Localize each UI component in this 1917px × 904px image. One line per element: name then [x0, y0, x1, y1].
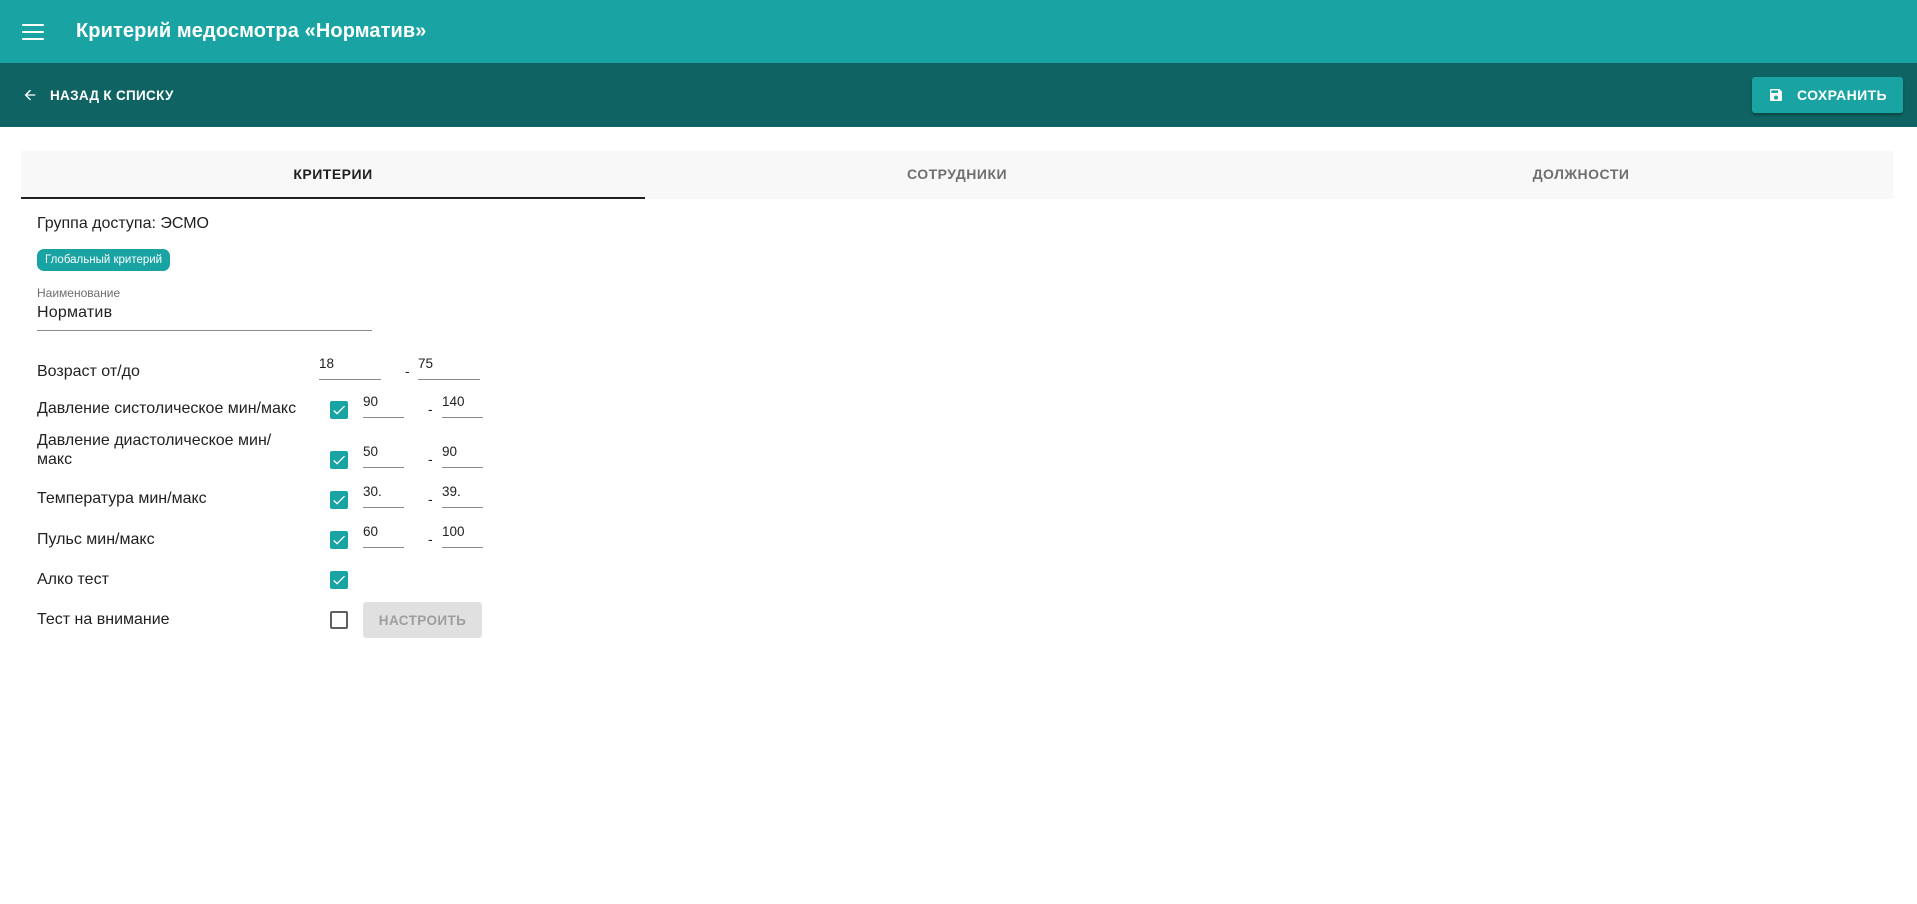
arrow-left-icon: [24, 89, 36, 101]
systolic-checkbox[interactable]: [330, 401, 348, 419]
temperature-checkbox[interactable]: [330, 491, 348, 509]
diastolic-dash: -: [428, 451, 433, 467]
attention-label: Тест на внимание: [37, 611, 170, 628]
checkmark-icon: [333, 455, 345, 465]
app-bar: Критерий медосмотра «Норматив»: [0, 0, 1917, 63]
tab-bar: КРИТЕРИИ СОТРУДНИКИ ДОЛЖНОСТИ: [21, 151, 1893, 199]
alco-label: Алко тест: [37, 571, 109, 588]
age-label: Возраст от/до: [37, 363, 140, 380]
name-field-value[interactable]: Норматив: [37, 300, 372, 331]
save-button[interactable]: СОХРАНИТЬ: [1751, 77, 1903, 113]
temperature-label: Температура мин/макс: [37, 490, 207, 507]
systolic-min-input[interactable]: 90: [363, 394, 404, 418]
menu-icon[interactable]: [22, 23, 44, 40]
name-field-label: Наименование: [37, 286, 121, 300]
systolic-dash: -: [428, 401, 433, 417]
back-to-list-label: НАЗАД К СПИСКУ: [50, 87, 174, 103]
pulse-checkbox[interactable]: [330, 531, 348, 549]
pulse-max-input[interactable]: 100: [442, 524, 483, 548]
attention-checkbox[interactable]: [330, 611, 348, 629]
diastolic-max-input[interactable]: 90: [442, 444, 483, 468]
checkmark-icon: [333, 495, 345, 505]
configure-button[interactable]: НАСТРОИТЬ: [363, 602, 482, 638]
diastolic-label: Давление диастолическое мин/макс: [37, 432, 272, 468]
pulse-label: Пульс мин/макс: [37, 531, 155, 548]
diastolic-min-input[interactable]: 50: [363, 444, 404, 468]
global-criterion-chip: Глобальный критерий: [37, 249, 171, 271]
page-title: Критерий медосмотра «Норматив»: [76, 20, 427, 42]
back-to-list-button[interactable]: НАЗАД К СПИСКУ: [22, 87, 174, 103]
alco-checkbox[interactable]: [330, 571, 348, 589]
age-min-input[interactable]: 18: [319, 356, 381, 380]
tab-employees[interactable]: СОТРУДНИКИ: [645, 151, 1269, 199]
diastolic-checkbox[interactable]: [330, 451, 348, 469]
temperature-min-input[interactable]: 30.: [363, 484, 404, 508]
age-max-input[interactable]: 75: [418, 356, 480, 380]
temperature-dash: -: [428, 491, 433, 507]
checkmark-icon: [333, 535, 345, 545]
systolic-max-input[interactable]: 140: [442, 394, 483, 418]
pulse-dash: -: [428, 531, 433, 547]
temperature-max-input[interactable]: 39.: [442, 484, 483, 508]
tab-positions[interactable]: ДОЛЖНОСТИ: [1269, 151, 1893, 199]
systolic-label: Давление систолическое мин/макс: [37, 400, 297, 417]
save-button-label: СОХРАНИТЬ: [1796, 87, 1887, 103]
age-dash: -: [405, 363, 410, 379]
pulse-min-input[interactable]: 60: [363, 524, 404, 548]
floppy-disk-icon: [1769, 89, 1782, 101]
access-group-label: Группа доступа: ЭСМО: [37, 215, 209, 232]
name-field[interactable]: Наименование Норматив: [37, 286, 372, 331]
toolbar: НАЗАД К СПИСКУ СОХРАНИТЬ: [0, 63, 1917, 127]
tab-criteria[interactable]: КРИТЕРИИ: [21, 151, 645, 199]
checkmark-icon: [333, 575, 345, 585]
checkmark-icon: [333, 405, 345, 415]
